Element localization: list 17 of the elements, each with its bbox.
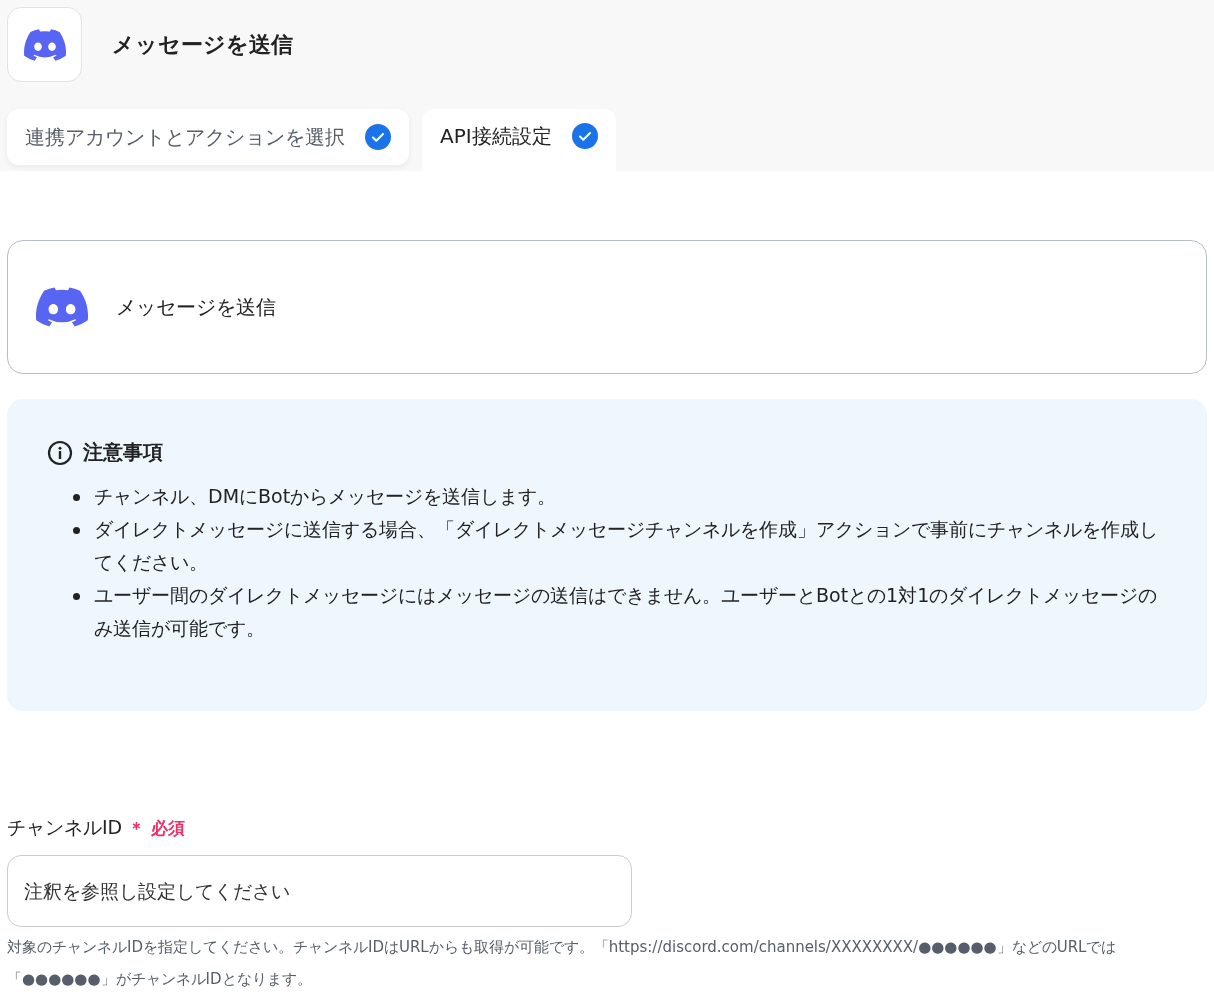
channel-id-field[interactable]: 注釈を参照し設定してください — [7, 855, 632, 927]
info-icon — [47, 439, 73, 466]
tab[interactable]: 連携アカウントとアクションを選択 — [7, 109, 409, 165]
bullet-icon — [73, 527, 80, 534]
bullet-icon — [73, 494, 80, 501]
page-title: メッセージを送信 — [112, 30, 293, 59]
notice-item: チャンネル、DMにBotからメッセージを送信します。 — [94, 484, 557, 509]
notice-title: 注意事項 — [83, 439, 163, 466]
help-text: 対象のチャンネルIDを指定してください。チャンネルIDはURLからも取得が可能です。「https://discord.com/channels/XXXXXXXX/●●●●●●」などのURLでは「●●●●●●」がチャンネルIDとなります。 — [7, 937, 1118, 990]
logo-icon — [23, 28, 66, 61]
bullet-icon — [73, 593, 80, 600]
notice-item: ユーザー間のダイレクトメッセージにはメッセージの送信はできません。ユーザーとBotとの1対1のダイレクトメッセージのみ送信が可能です。 — [94, 583, 1159, 641]
notice-item: ダイレクトメッセージに送信する場合、「ダイレクトメッセージチャンネルを作成」アクションで事前にチャンネルを作成してください。 — [94, 517, 1159, 575]
field-label: チャンネルID — [7, 815, 123, 840]
logo-icon — [36, 287, 88, 327]
action-label: メッセージを送信 — [116, 293, 276, 321]
required-label: ＊ 必須 — [128, 816, 186, 840]
